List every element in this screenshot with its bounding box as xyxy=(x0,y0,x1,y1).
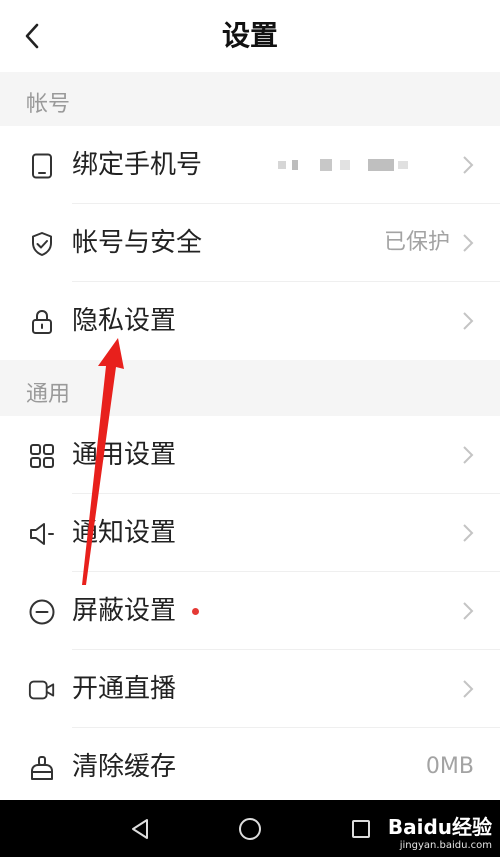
recents-square-icon xyxy=(352,820,370,838)
section-title: 通用 xyxy=(26,382,71,407)
settings-item-general[interactable]: 通用设置 xyxy=(0,416,500,494)
watermark-sub: jingyan.baidu.com xyxy=(399,840,492,851)
lock-icon xyxy=(28,308,56,336)
settings-item-bind-phone[interactable]: 绑定手机号 xyxy=(0,126,500,204)
video-camera-icon xyxy=(28,676,56,704)
nav-back-button[interactable] xyxy=(125,814,155,844)
settings-item-privacy[interactable]: 隐私设置 xyxy=(0,282,500,360)
settings-item-label: 清除缓存 xyxy=(72,752,177,782)
settings-item-label: 绑定手机号 xyxy=(72,150,203,180)
account-list: 绑定手机号 帐号与安全 已保护 隐私设置 xyxy=(0,126,500,360)
block-icon xyxy=(28,598,56,626)
chevron-right-icon xyxy=(463,156,474,174)
section-header-general: 通用 xyxy=(0,360,500,416)
chevron-right-icon xyxy=(463,446,474,464)
masked-phone-number xyxy=(278,159,408,171)
settings-item-label: 帐号与安全 xyxy=(72,228,203,258)
chevron-right-icon xyxy=(463,234,474,252)
general-list: 通用设置 通知设置 屏蔽设置 开通直播 清除缓存 0MB xyxy=(0,416,500,806)
chevron-right-icon xyxy=(463,602,474,620)
watermark: Baidu经验 jingyan.baidu.com xyxy=(388,811,492,851)
watermark-text: Baidu经验 xyxy=(387,815,492,839)
section-title: 帐号 xyxy=(26,92,71,117)
grid-icon xyxy=(28,442,56,470)
back-triangle-icon xyxy=(132,819,148,839)
settings-item-label: 通用设置 xyxy=(72,440,177,470)
speaker-icon xyxy=(28,520,56,548)
broom-icon xyxy=(28,754,56,782)
shield-check-icon xyxy=(28,230,56,258)
settings-item-account-security[interactable]: 帐号与安全 已保护 xyxy=(0,204,500,282)
nav-recents-button[interactable] xyxy=(346,814,376,844)
notification-dot xyxy=(192,608,199,615)
settings-item-label: 屏蔽设置 xyxy=(72,596,177,626)
settings-item-value: 0MB xyxy=(425,754,474,779)
page-title: 设置 xyxy=(221,19,278,52)
chevron-right-icon xyxy=(463,312,474,330)
phone-icon xyxy=(28,152,56,180)
system-nav-bar: Baidu经验 jingyan.baidu.com xyxy=(0,800,500,857)
settings-item-notifications[interactable]: 通知设置 xyxy=(0,494,500,572)
settings-item-label: 通知设置 xyxy=(72,518,177,548)
settings-item-live[interactable]: 开通直播 xyxy=(0,650,500,728)
top-bar: 设置 xyxy=(0,0,500,72)
settings-item-label: 隐私设置 xyxy=(72,306,177,336)
settings-item-value: 已保护 xyxy=(383,230,450,255)
home-circle-icon xyxy=(239,818,261,840)
settings-item-clear-cache[interactable]: 清除缓存 0MB xyxy=(0,728,500,806)
settings-item-label: 开通直播 xyxy=(72,674,177,704)
settings-item-block[interactable]: 屏蔽设置 xyxy=(0,572,500,650)
chevron-right-icon xyxy=(463,524,474,542)
section-header-account: 帐号 xyxy=(0,72,500,126)
nav-home-button[interactable] xyxy=(235,814,265,844)
chevron-right-icon xyxy=(463,680,474,698)
